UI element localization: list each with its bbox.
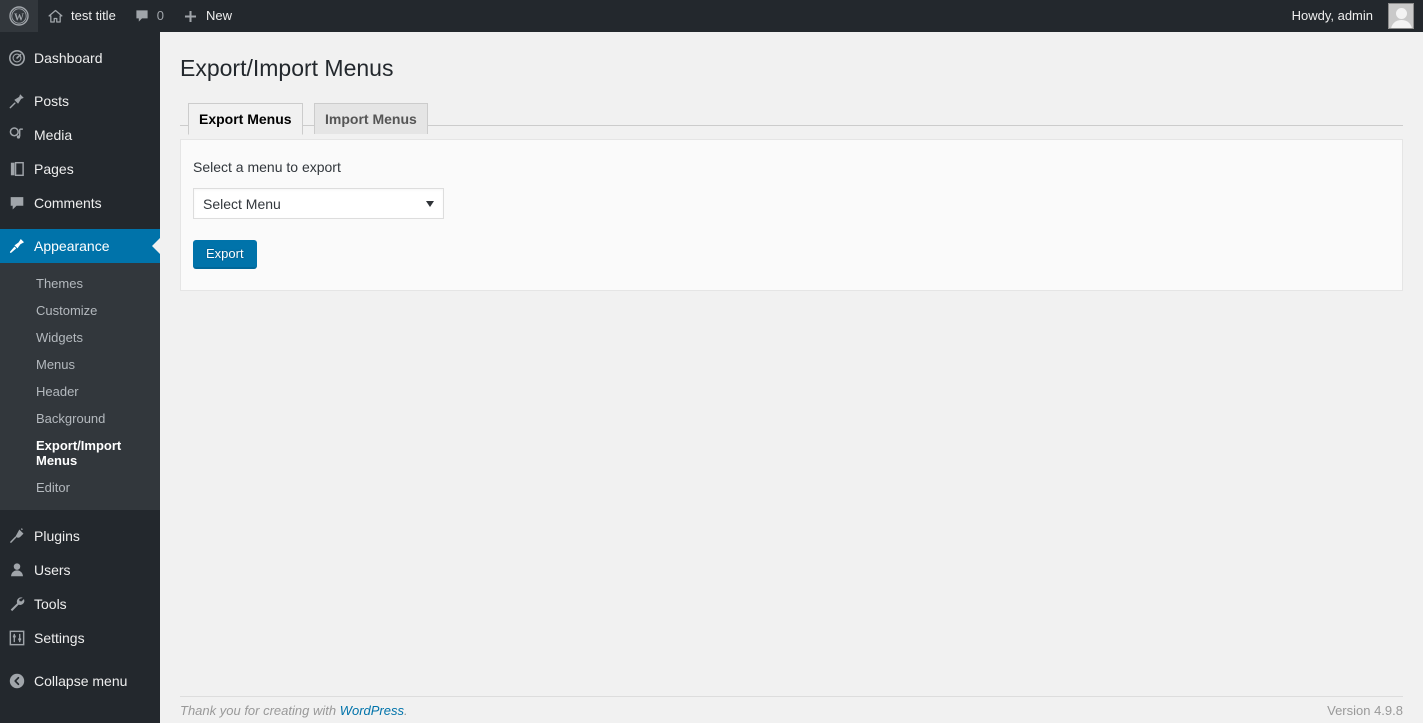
user-icon <box>0 561 34 579</box>
menu-separator-3 <box>0 510 160 519</box>
sidebar-label-comments: Comments <box>34 195 102 211</box>
sidebar-label-settings: Settings <box>34 630 85 646</box>
media-icon <box>0 126 34 144</box>
submenu-item-header[interactable]: Header <box>0 378 160 405</box>
submenu-item-editor[interactable]: Editor <box>0 474 160 501</box>
menu-separator-2 <box>0 220 160 229</box>
collapse-arrow-icon <box>0 672 34 690</box>
export-panel: Select a menu to export Select Menu Expo… <box>180 139 1403 291</box>
collapse-menu-label: Collapse menu <box>34 673 128 689</box>
footer-thankyou: Thank you for creating with WordPress. <box>180 703 408 718</box>
collapse-menu-button[interactable]: Collapse menu <box>0 664 160 698</box>
sidebar-label-tools: Tools <box>34 596 67 612</box>
comment-bubble-icon <box>0 194 34 212</box>
wordpress-version: Version 4.9.8 <box>1327 702 1403 718</box>
submenu-item-background[interactable]: Background <box>0 405 160 432</box>
appearance-submenu: Themes Customize Widgets Menus Header Ba… <box>0 263 160 510</box>
sidebar-item-pages[interactable]: Pages <box>0 152 160 186</box>
wordpress-link[interactable]: WordPress <box>340 703 404 718</box>
sidebar-label-appearance: Appearance <box>34 238 110 254</box>
tab-export-menus[interactable]: Export Menus <box>188 103 303 135</box>
sidebar-item-dashboard[interactable]: Dashboard <box>0 41 160 75</box>
sidebar-item-users[interactable]: Users <box>0 553 160 587</box>
submenu-item-widgets[interactable]: Widgets <box>0 324 160 351</box>
tab-bar: Export Menus Import Menus <box>180 94 1403 135</box>
main-content: Export/Import Menus Export Menus Import … <box>160 32 1423 723</box>
my-account-menu[interactable]: Howdy, admin <box>1283 0 1423 32</box>
paintbrush-icon <box>0 237 34 255</box>
dashboard-icon <box>0 49 34 67</box>
submenu-item-export-import-menus[interactable]: Export/Import Menus <box>0 432 160 474</box>
admin-bar: W test title 0 New Howdy, admin <box>0 0 1423 32</box>
tab-import-menus[interactable]: Import Menus <box>314 103 428 134</box>
export-button[interactable]: Export <box>193 240 257 268</box>
submenu-item-themes[interactable]: Themes <box>0 270 160 297</box>
menu-select-wrapper: Select Menu <box>193 188 444 219</box>
footer-thankyou-suffix: . <box>404 702 408 718</box>
sidebar-item-media[interactable]: Media <box>0 118 160 152</box>
admin-footer: Thank you for creating with WordPress. V… <box>180 696 1403 723</box>
comments-button[interactable]: 0 <box>125 0 173 32</box>
comments-count: 0 <box>156 8 165 23</box>
submenu-item-customize[interactable]: Customize <box>0 297 160 324</box>
admin-sidebar-menu: Dashboard Posts Media Pages Comments App… <box>0 32 160 723</box>
avatar <box>1388 3 1414 29</box>
sidebar-label-media: Media <box>34 127 73 143</box>
comment-bubble-icon <box>134 8 150 24</box>
sidebar-item-tools[interactable]: Tools <box>0 587 160 621</box>
sidebar-label-dashboard: Dashboard <box>34 50 103 66</box>
sidebar-label-posts: Posts <box>34 93 70 109</box>
sidebar-item-appearance[interactable]: Appearance <box>0 229 160 263</box>
admin-bar-right: Howdy, admin <box>1283 0 1423 32</box>
footer-thankyou-prefix: Thank you for creating with <box>180 702 340 718</box>
menu-select[interactable]: Select Menu <box>193 188 444 219</box>
pin-icon <box>0 92 34 110</box>
wrench-icon <box>0 595 34 613</box>
howdy-label: Howdy, admin <box>1291 8 1373 23</box>
wordpress-logo-icon: W <box>9 6 29 26</box>
sidebar-label-pages: Pages <box>34 161 74 177</box>
site-name-label: test title <box>71 8 116 23</box>
sliders-icon <box>0 629 34 647</box>
submenu-item-menus[interactable]: Menus <box>0 351 160 378</box>
home-icon <box>47 8 64 25</box>
page-title: Export/Import Menus <box>180 55 394 81</box>
sidebar-item-posts[interactable]: Posts <box>0 84 160 118</box>
menu-separator-top <box>0 32 160 41</box>
sidebar-label-users: Users <box>34 562 71 578</box>
menu-separator-1 <box>0 75 160 84</box>
svg-text:W: W <box>14 12 24 23</box>
plugin-icon <box>0 527 34 545</box>
sidebar-item-comments[interactable]: Comments <box>0 186 160 220</box>
pages-icon <box>0 160 34 178</box>
plus-icon <box>182 8 199 25</box>
new-content-label: New <box>206 8 233 23</box>
select-menu-label: Select a menu to export <box>193 159 341 175</box>
new-content-button[interactable]: New <box>173 0 241 32</box>
wordpress-logo-button[interactable]: W <box>0 0 38 32</box>
site-name-button[interactable]: test title <box>38 0 125 32</box>
export-button-row: Export <box>193 219 1390 268</box>
sidebar-label-plugins: Plugins <box>34 528 80 544</box>
menu-separator-4 <box>0 655 160 664</box>
sidebar-item-settings[interactable]: Settings <box>0 621 160 655</box>
sidebar-item-plugins[interactable]: Plugins <box>0 519 160 553</box>
